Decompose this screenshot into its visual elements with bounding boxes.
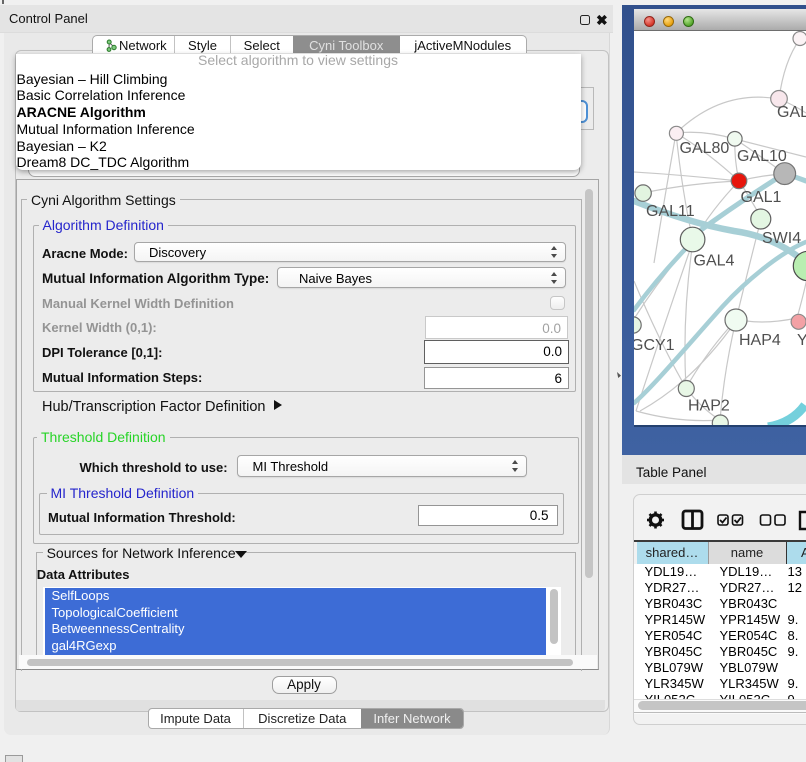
svg-text:GAL1: GAL1 xyxy=(741,189,782,206)
svg-text:GCY1: GCY1 xyxy=(634,337,675,354)
svg-text:HAP4: HAP4 xyxy=(739,332,781,349)
svg-text:GAL10: GAL10 xyxy=(737,148,787,165)
svg-text:GAL80: GAL80 xyxy=(680,140,730,157)
svg-text:SWI4: SWI4 xyxy=(762,230,801,247)
svg-text:HAP2: HAP2 xyxy=(688,398,730,415)
svg-text:GAL11: GAL11 xyxy=(646,203,695,220)
svg-text:YB: YB xyxy=(797,332,806,349)
svg-text:GAL4: GAL4 xyxy=(694,253,735,270)
svg-text:GAL7: GAL7 xyxy=(777,104,806,121)
